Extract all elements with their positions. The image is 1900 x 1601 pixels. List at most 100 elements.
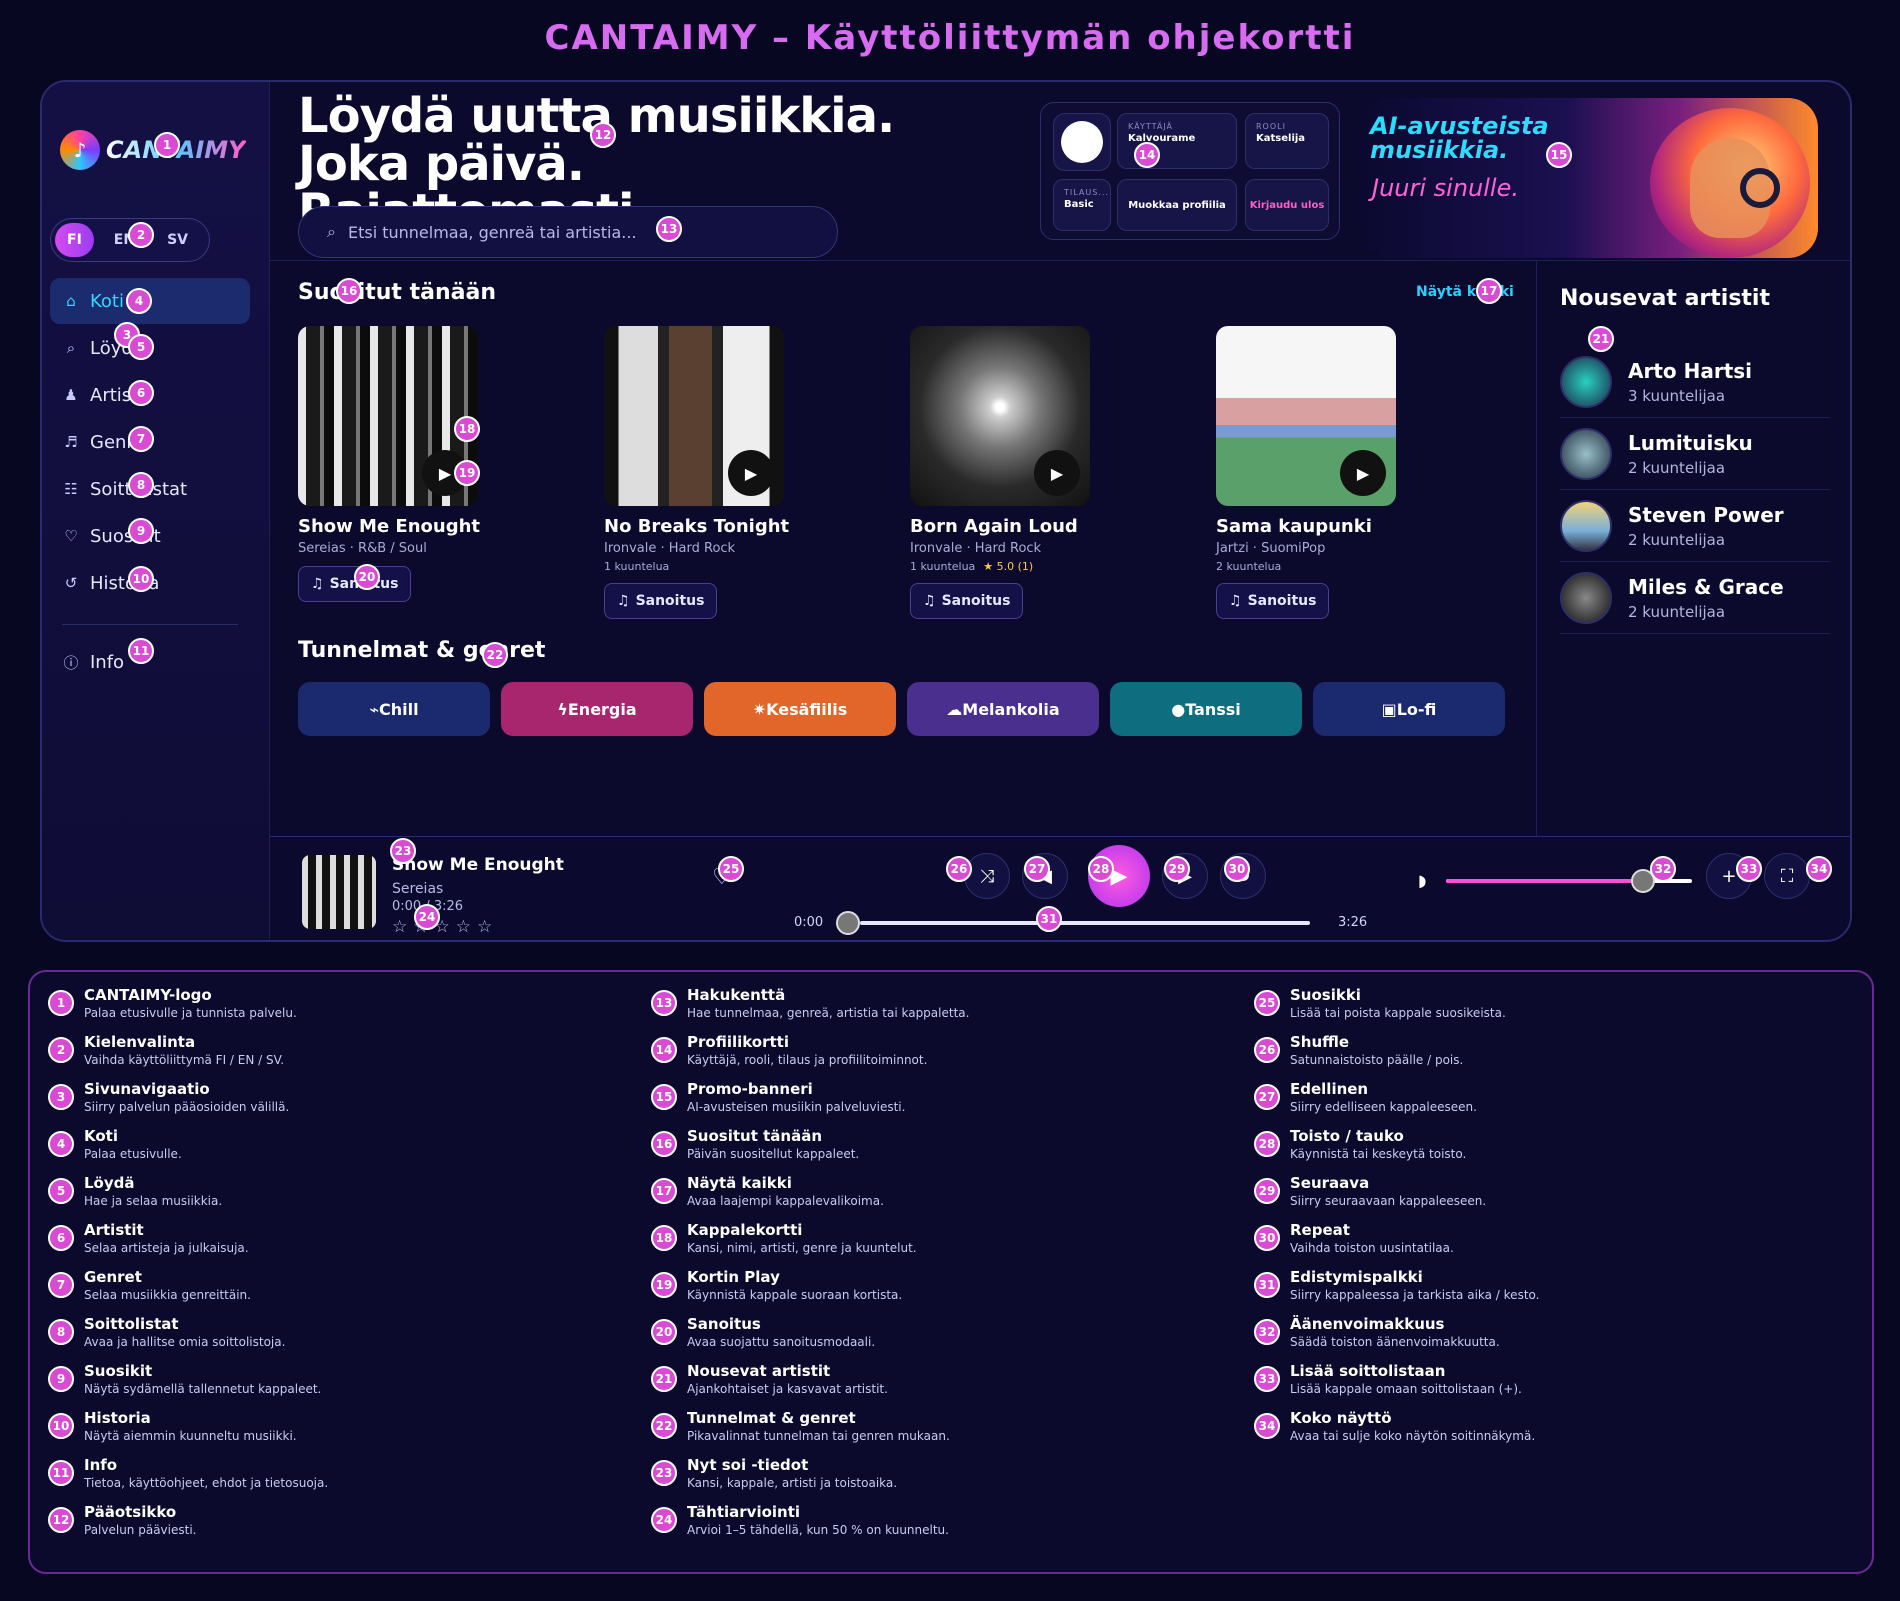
avatar[interactable]: ☻ [1053, 113, 1111, 171]
artist-name: Lumituisku [1628, 430, 1753, 455]
legend-item: 18 Kappalekortti Kansi, nimi, artisti, gen… [651, 1221, 1231, 1255]
legend-description: Palaa etusivulle ja tunnista palvelu. [84, 1006, 297, 1020]
page-title: CANTAIMY – Käyttöliittymän ohjekortti [544, 18, 1356, 58]
elapsed-time: 0:00 [794, 915, 824, 930]
artist-row[interactable]: Arto Hartsi 3 kuuntelijaa [1560, 346, 1830, 418]
legend-number: 32 [1254, 1319, 1280, 1345]
legend-title: Artistit [84, 1221, 144, 1239]
legend-item: 2 Kielenvalinta Vaihda käyttöliittymä FI /… [48, 1033, 628, 1067]
sidebar: ♪ CANTAIMY FI EN SV ⌂Koti ⌕Löydä ♟Artist… [42, 82, 270, 940]
mood-tanssi-button[interactable]: ●Tanssi [1110, 682, 1302, 736]
legend-item: 30 Repeat Vaihda toiston uusintatilaa. [1254, 1221, 1834, 1255]
card-play-button[interactable]: ▶ [1340, 450, 1386, 496]
marker: 18 [454, 416, 480, 442]
lyrics-button[interactable]: ♫Sanoitus [1216, 583, 1330, 619]
profile-card: ☻ KÄYTTÄJÄ Kalvourame ROOLI Katselija TI… [1040, 102, 1340, 240]
marker: 17 [1476, 278, 1502, 304]
promo-line-1: AI-avusteista musiikkia. [1370, 112, 1549, 164]
artist-row[interactable]: Lumituisku 2 kuuntelijaa [1560, 418, 1830, 490]
legend-number: 14 [651, 1037, 677, 1063]
marker: 27 [1024, 856, 1050, 882]
legend-item: 14 Profiilikortti Käyttäjä, rooli, tilaus … [651, 1033, 1231, 1067]
rising-artists-title: Nousevat artistit [1560, 286, 1770, 311]
header-divider [270, 260, 1850, 261]
legend-description: Lisää kappale omaan soittolistaan (+). [1290, 1382, 1522, 1396]
music-note-icon: ♫ [923, 593, 936, 609]
song-card[interactable]: ▶ Sama kaupunki Jartzi · SuomiPop 2 kuun… [1216, 326, 1416, 619]
search-placeholder: Etsi tunnelmaa, genreä tai artistia... [347, 222, 637, 242]
lyrics-button[interactable]: ♫Sanoitus [910, 583, 1024, 619]
promo-banner[interactable]: AI-avusteista musiikkia. Juuri sinulle. [1360, 98, 1818, 258]
legend-title: Sanoitus [687, 1315, 761, 1333]
marker: 33 [1736, 856, 1762, 882]
marker: 5 [128, 334, 154, 360]
legend-description: Avaa tai sulje koko näytön soitinnäkymä. [1290, 1429, 1536, 1443]
marker: 10 [128, 566, 154, 592]
legend-description: Tietoa, käyttöohjeet, ehdot ja tietosuoj… [84, 1476, 329, 1490]
progress-track[interactable] [860, 921, 1310, 925]
legend-title: Suosikki [1290, 986, 1361, 1004]
legend-title: Suositut tänään [687, 1127, 822, 1145]
promo-line-2: Juuri sinulle. [1372, 174, 1519, 202]
marker: 20 [354, 564, 380, 590]
list-icon: ☷ [64, 480, 78, 498]
legend-description: Käyttäjä, rooli, tilaus ja profiilitoimi… [687, 1053, 928, 1067]
fullscreen-button[interactable]: ⛶ [1764, 853, 1810, 899]
card-play-button[interactable]: ▶ [1034, 450, 1080, 496]
legend-item: 6 Artistit Selaa artisteja ja julkaisuja. [48, 1221, 628, 1255]
lang-fi-button[interactable]: FI [55, 223, 94, 257]
legend-title: Profiilikortti [687, 1033, 789, 1051]
marker: 2 [128, 222, 154, 248]
legend-item: 12 Pääotsikko Palvelun pääviesti. [48, 1503, 628, 1537]
edit-profile-button[interactable]: Muokkaa profiilia [1117, 179, 1237, 231]
legend-title: Promo-banneri [687, 1080, 813, 1098]
legend-number: 23 [651, 1460, 677, 1486]
shuffle-button[interactable]: ⤨ [964, 853, 1010, 899]
legend-number: 4 [48, 1131, 74, 1157]
progress-thumb[interactable] [836, 911, 860, 935]
mood-chill-button[interactable]: ⌁Chill [298, 682, 490, 736]
legend-number: 15 [651, 1084, 677, 1110]
song-listens: 2 kuuntelua [1216, 560, 1282, 573]
legend-item: 15 Promo-banneri AI-avusteisen musiikin pa… [651, 1080, 1231, 1114]
search-input[interactable]: ⌕ Etsi tunnelmaa, genreä tai artistia... [298, 206, 838, 258]
artist-row[interactable]: Miles & Grace 2 kuuntelijaa [1560, 562, 1830, 634]
song-card[interactable]: ▶ Born Again Loud Ironvale · Hard Rock 1… [910, 326, 1110, 619]
legend-item: 22 Tunnelmat & genret Pikavalinnat tunnelm… [651, 1409, 1231, 1443]
legend-description: Siirry edelliseen kappaleeseen. [1290, 1100, 1477, 1114]
lang-sv-button[interactable]: SV [155, 223, 200, 257]
mood-kesafiilis-button[interactable]: ✷Kesäfiilis [704, 682, 896, 736]
song-meta: Ironvale · Hard Rock [910, 541, 1042, 556]
song-title: Born Again Loud [910, 516, 1078, 537]
mood-melankolia-button[interactable]: ☁Melankolia [907, 682, 1099, 736]
profile-role-value: Katselija [1256, 133, 1306, 144]
sidebar-item-label: Info [90, 651, 125, 673]
song-title: No Breaks Tonight [604, 516, 790, 537]
right-panel-divider [1536, 260, 1537, 836]
song-card[interactable]: ▶ No Breaks Tonight Ironvale · Hard Rock… [604, 326, 804, 619]
legend-description: AI-avusteisen musiikin palveluviesti. [687, 1100, 906, 1114]
legend-number: 30 [1254, 1225, 1280, 1251]
mood-lofi-button[interactable]: ▣Lo-fi [1313, 682, 1505, 736]
legend-title: Tähtiarviointi [687, 1503, 801, 1521]
legend-description: Pikavalinnat tunnelman tai genren mukaan… [687, 1429, 950, 1443]
marker: 23 [390, 838, 416, 864]
legend-number: 24 [651, 1507, 677, 1533]
legend-description: Hae ja selaa musiikkia. [84, 1194, 223, 1208]
lyrics-button[interactable]: ♫Sanoitus [604, 583, 718, 619]
cantaimy-logo[interactable]: ♪ CANTAIMY [60, 130, 246, 170]
mood-energia-button[interactable]: ϟEnergia [501, 682, 693, 736]
legend-title: Nousevat artistit [687, 1362, 831, 1380]
legend-title: Edellinen [1290, 1080, 1369, 1098]
star-rating[interactable]: ☆☆☆☆☆ [392, 917, 498, 937]
legend-description: Käynnistä kappale suoraan kortista. [687, 1288, 903, 1302]
marker: 13 [656, 216, 682, 242]
logout-button[interactable]: Kirjaudu ulos [1245, 179, 1329, 231]
legend-panel: 1 CANTAIMY-logo Palaa etusivulle ja tunnis… [28, 970, 1874, 1574]
artist-row[interactable]: Steven Power 2 kuuntelijaa [1560, 490, 1830, 562]
info-icon: ⓘ [63, 653, 79, 672]
card-play-button[interactable]: ▶ [728, 450, 774, 496]
legend-number: 34 [1254, 1413, 1280, 1439]
legend-item: 27 Edellinen Siirry edelliseen kappaleesee… [1254, 1080, 1834, 1114]
legend-number: 13 [651, 990, 677, 1016]
